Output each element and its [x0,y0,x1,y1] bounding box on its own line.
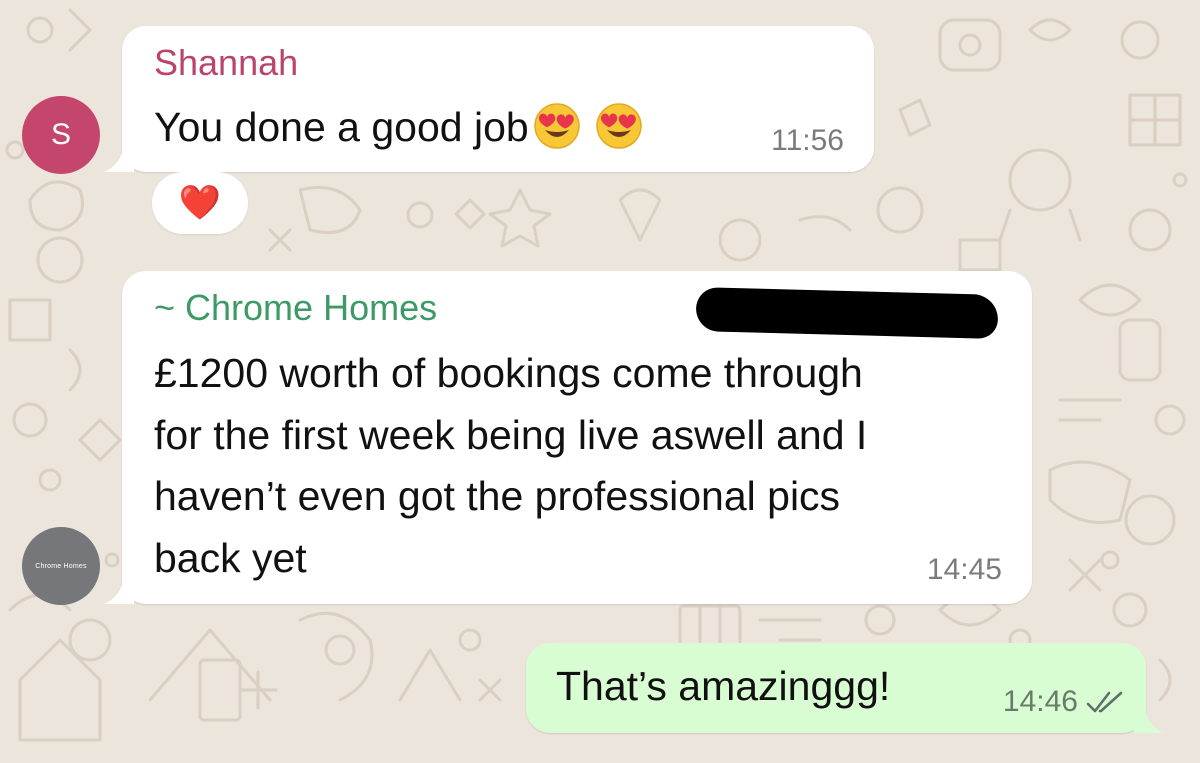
message-text: You done a good job [154,102,643,151]
message-bubble-shannah[interactable]: Shannah You done a good job 11:56 [104,26,874,172]
bubble-tail [104,574,134,604]
message-time: 14:45 [926,553,1002,586]
redacted-phone-number [695,287,999,339]
message-text-content: You done a good job [154,104,529,150]
sender-name[interactable]: ~ Chrome Homes [154,287,437,329]
message-time: 14:46 [1002,685,1078,718]
reaction-badge[interactable]: ❤️ [152,172,248,234]
heart-eyes-emoji [595,102,643,150]
double-check-icon [1086,691,1123,713]
avatar-shannah[interactable]: S [22,96,100,174]
message-text: £1200 worth of bookings come through for… [154,350,868,581]
bubble-tail [104,142,134,172]
bubble-tail [1134,703,1164,733]
message-bubble-chrome-homes[interactable]: ~ Chrome Homes £1200 worth of bookings c… [104,271,1032,604]
sender-name[interactable]: Shannah [154,42,298,84]
red-heart-icon: ❤️ [178,184,222,222]
message-bubble-outgoing[interactable]: That’s amazinggg! 14:46 [526,643,1164,733]
heart-eyes-emoji [533,102,581,150]
avatar-chrome-homes[interactable]: Chrome Homes [22,527,100,605]
message-time: 11:56 [771,124,844,157]
message-text: That’s amazinggg! [556,663,891,709]
